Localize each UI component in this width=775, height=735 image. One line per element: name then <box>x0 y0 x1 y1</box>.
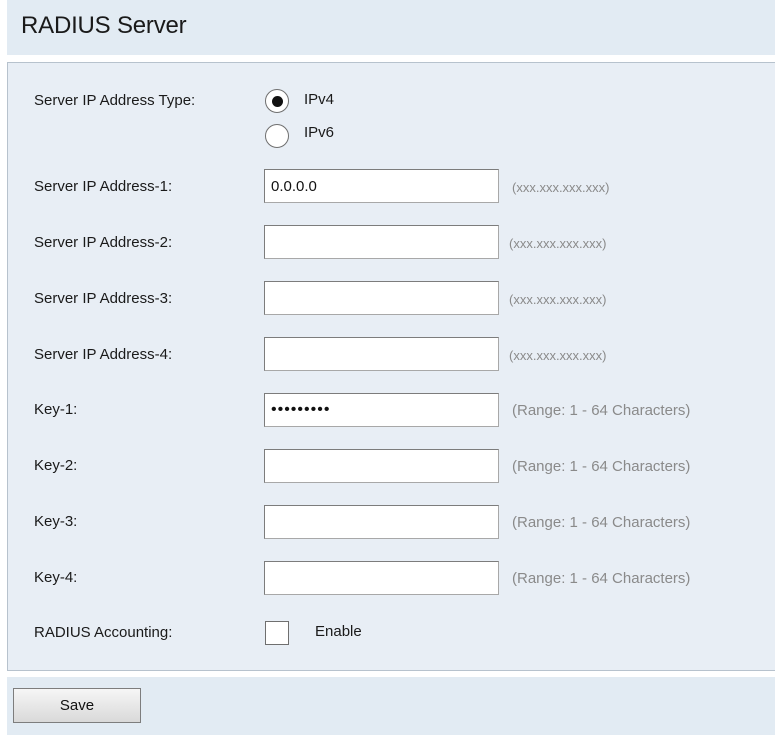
ipv6-radio[interactable] <box>265 124 289 148</box>
server-ip-4-label: Server IP Address-4: <box>34 346 173 363</box>
key-2-label: Key-2: <box>34 457 78 474</box>
key-3-label: Key-3: <box>34 513 78 530</box>
server-ip-2-input[interactable] <box>264 225 499 259</box>
server-ip-4-hint: (xxx.xxx.xxx.xxx) <box>509 348 607 363</box>
key-4-label: Key-4: <box>34 569 78 586</box>
server-ip-2-label: Server IP Address-2: <box>34 234 173 251</box>
server-ip-4-input[interactable] <box>264 337 499 371</box>
key-1-input[interactable] <box>264 393 499 427</box>
key-4-input[interactable] <box>264 561 499 595</box>
ipv4-radio[interactable] <box>265 89 289 113</box>
ipv4-label[interactable]: IPv4 <box>304 91 334 108</box>
accounting-enable-label[interactable]: Enable <box>315 623 362 640</box>
page-header: RADIUS Server <box>7 0 775 55</box>
ip-type-label: Server IP Address Type: <box>34 92 196 109</box>
server-ip-3-input[interactable] <box>264 281 499 315</box>
key-3-input[interactable] <box>264 505 499 539</box>
key-1-label: Key-1: <box>34 401 78 418</box>
server-ip-3-hint: (xxx.xxx.xxx.xxx) <box>509 292 607 307</box>
server-ip-3-label: Server IP Address-3: <box>34 290 173 307</box>
server-ip-1-label: Server IP Address-1: <box>34 178 173 195</box>
radio-selected-dot <box>271 95 283 107</box>
radius-accounting-label: RADIUS Accounting: <box>34 624 173 641</box>
key-3-hint: (Range: 1 - 64 Characters) <box>512 514 691 531</box>
key-2-hint: (Range: 1 - 64 Characters) <box>512 458 691 475</box>
server-ip-1-input[interactable] <box>264 169 499 203</box>
key-2-input[interactable] <box>264 449 499 483</box>
ipv6-label[interactable]: IPv6 <box>304 124 334 141</box>
server-ip-1-hint: (xxx.xxx.xxx.xxx) <box>512 180 610 195</box>
page-title: RADIUS Server <box>21 12 187 39</box>
key-4-hint: (Range: 1 - 64 Characters) <box>512 570 691 587</box>
server-ip-2-hint: (xxx.xxx.xxx.xxx) <box>509 236 607 251</box>
save-button[interactable]: Save <box>13 688 141 723</box>
key-1-hint: (Range: 1 - 64 Characters) <box>512 402 691 419</box>
accounting-enable-checkbox[interactable] <box>265 621 289 645</box>
